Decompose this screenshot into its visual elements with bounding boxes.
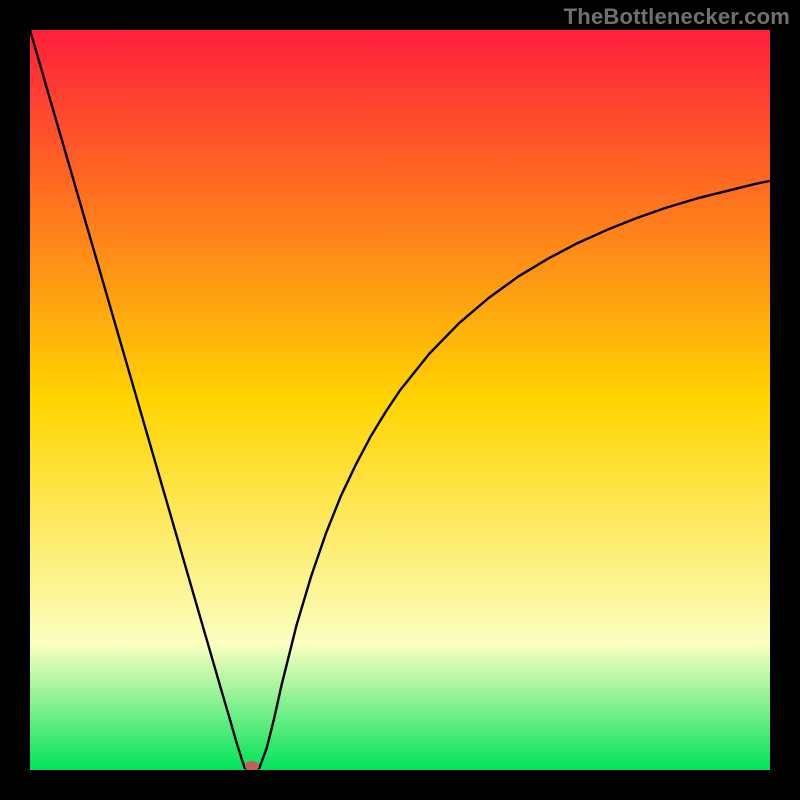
minimum-marker [245, 761, 259, 770]
bottleneck-curve [30, 30, 770, 770]
plot-area [30, 30, 770, 770]
watermark-text: TheBottlenecker.com [564, 4, 790, 30]
chart-frame: TheBottlenecker.com [0, 0, 800, 800]
